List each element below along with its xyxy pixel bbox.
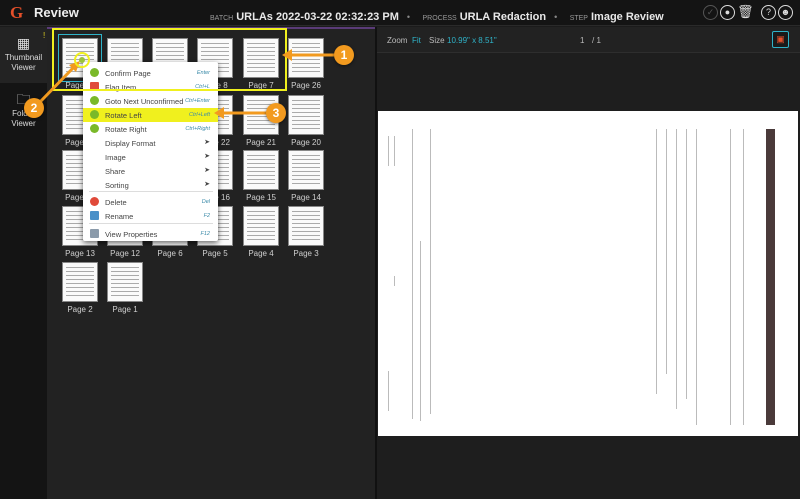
callout-2: 2 xyxy=(24,98,44,118)
arrow-3-head xyxy=(214,107,224,119)
callout-1: 1 xyxy=(334,45,354,65)
click-target-center xyxy=(79,57,85,63)
arrow-1-head xyxy=(282,49,292,61)
annotation-arrows xyxy=(38,49,334,119)
callout-3: 3 xyxy=(266,103,286,123)
arrow-2 xyxy=(38,65,76,104)
